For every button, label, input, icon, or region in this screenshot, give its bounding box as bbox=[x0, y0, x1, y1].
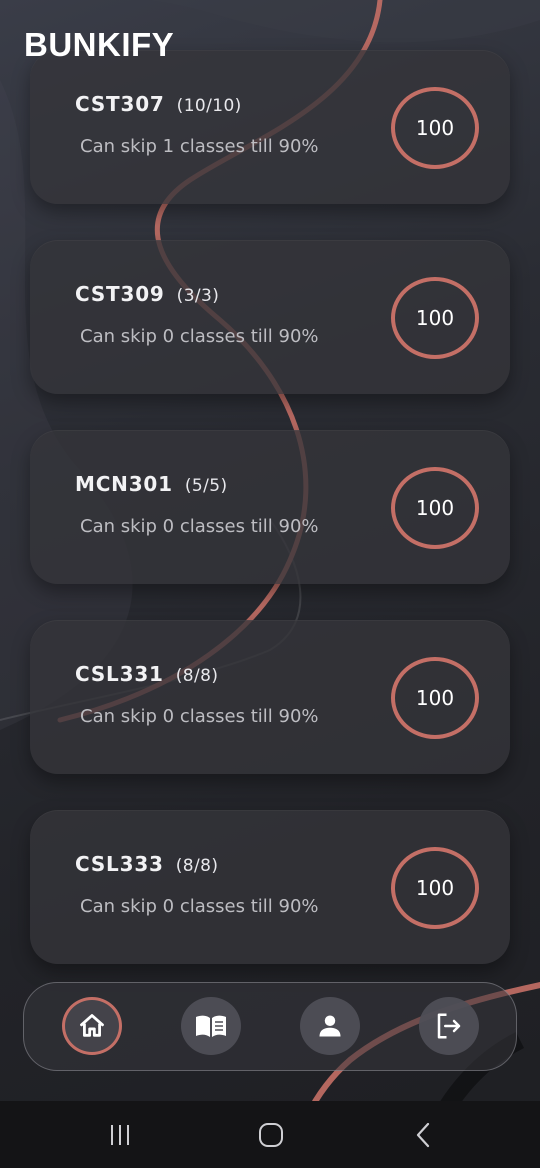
course-card[interactable]: MCN301 (5/5) Can skip 0 classes till 90%… bbox=[30, 430, 510, 584]
course-card[interactable]: CST309 (3/3) Can skip 0 classes till 90%… bbox=[30, 240, 510, 394]
skip-info: Can skip 0 classes till 90% bbox=[80, 516, 319, 537]
course-code: CSL333 bbox=[75, 852, 164, 876]
attendance-percent-ring: 100 bbox=[391, 87, 479, 169]
course-code: CSL331 bbox=[75, 662, 164, 686]
course-header: CSL333 (8/8) bbox=[75, 852, 218, 876]
course-header: CSL331 (8/8) bbox=[75, 662, 218, 686]
skip-info: Can skip 0 classes till 90% bbox=[80, 896, 319, 917]
nav-logout-button[interactable] bbox=[419, 997, 479, 1055]
home-circle-icon bbox=[259, 1123, 283, 1147]
back-icon bbox=[416, 1122, 430, 1148]
course-card[interactable]: CSL333 (8/8) Can skip 0 classes till 90%… bbox=[30, 810, 510, 964]
system-navigation-bar bbox=[0, 1101, 540, 1168]
nav-courses-button[interactable] bbox=[181, 997, 241, 1055]
course-attendance-count: (5/5) bbox=[184, 476, 228, 496]
nav-profile-button[interactable] bbox=[300, 997, 360, 1055]
course-attendance-count: (8/8) bbox=[175, 856, 219, 876]
course-code: CST309 bbox=[75, 282, 165, 306]
book-icon bbox=[196, 1015, 226, 1037]
person-icon bbox=[319, 1015, 341, 1037]
course-header: MCN301 (5/5) bbox=[75, 472, 228, 496]
home-icon bbox=[80, 1014, 104, 1037]
course-code: CST307 bbox=[75, 92, 165, 116]
course-header: CST307 (10/10) bbox=[75, 92, 242, 116]
course-card[interactable]: CST307 (10/10) Can skip 1 classes till 9… bbox=[30, 50, 510, 204]
system-home-button[interactable] bbox=[256, 1121, 286, 1149]
course-attendance-count: (8/8) bbox=[175, 666, 219, 686]
course-card[interactable]: CSL331 (8/8) Can skip 0 classes till 90%… bbox=[30, 620, 510, 774]
course-code: MCN301 bbox=[75, 472, 173, 496]
app-title: BUNKIFY bbox=[24, 26, 175, 63]
skip-info: Can skip 1 classes till 90% bbox=[80, 136, 319, 157]
recent-apps-icon bbox=[111, 1125, 129, 1145]
course-attendance-count: (3/3) bbox=[176, 286, 220, 306]
attendance-percent-ring: 100 bbox=[391, 467, 479, 549]
system-back-button[interactable] bbox=[408, 1121, 438, 1149]
course-header: CST309 (3/3) bbox=[75, 282, 219, 306]
attendance-percent-ring: 100 bbox=[391, 657, 479, 739]
recent-apps-button[interactable] bbox=[105, 1121, 135, 1149]
skip-info: Can skip 0 classes till 90% bbox=[80, 326, 319, 347]
nav-home-button[interactable] bbox=[62, 997, 122, 1055]
logout-icon bbox=[437, 1013, 461, 1039]
skip-info: Can skip 0 classes till 90% bbox=[80, 706, 319, 727]
course-attendance-count: (10/10) bbox=[176, 96, 242, 116]
attendance-percent-ring: 100 bbox=[391, 277, 479, 359]
bottom-navigation bbox=[23, 982, 517, 1071]
attendance-percent-ring: 100 bbox=[391, 847, 479, 929]
